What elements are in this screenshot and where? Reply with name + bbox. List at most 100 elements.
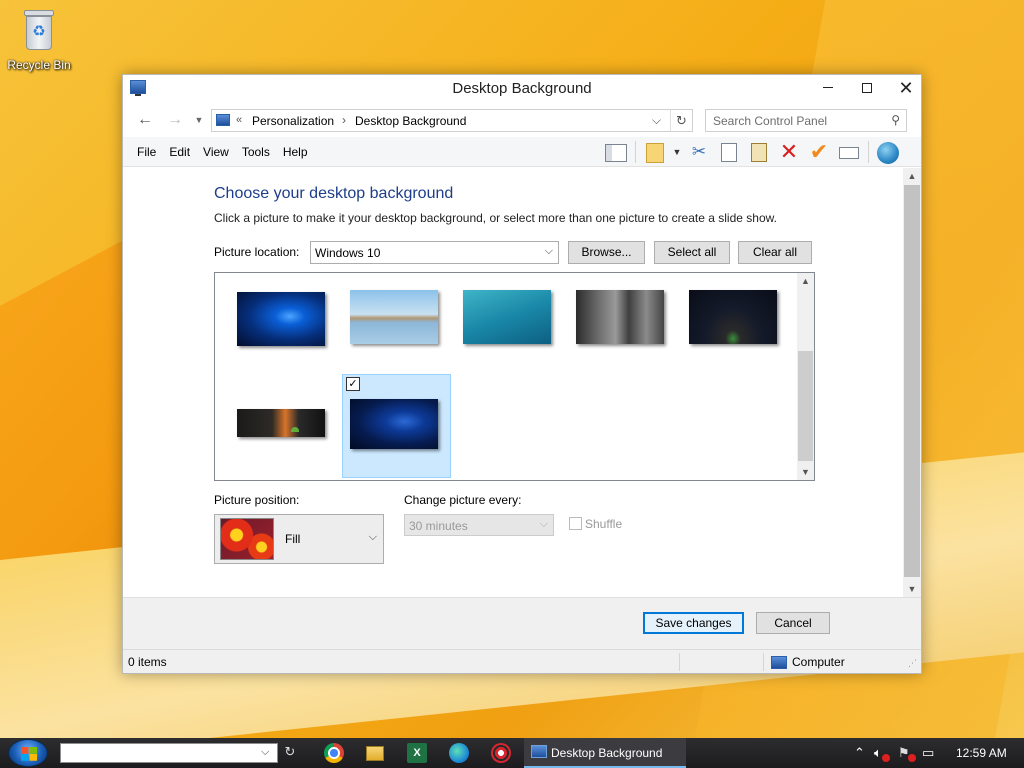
wallpaper-thumbnail[interactable] xyxy=(237,409,325,437)
volume-icon[interactable]: 🔈︎ xyxy=(874,745,882,761)
scroll-up-icon[interactable]: ▲ xyxy=(903,168,921,184)
breadcrumb-overflow[interactable]: « xyxy=(236,114,242,126)
scroll-down-icon[interactable]: ▼ xyxy=(903,581,921,597)
recycle-bin-icon: ♻ xyxy=(20,8,58,52)
rename-icon xyxy=(839,146,859,159)
forward-button[interactable]: → xyxy=(165,111,185,131)
search-input[interactable] xyxy=(713,110,883,131)
save-changes-button[interactable]: Save changes xyxy=(643,612,744,634)
minimize-icon xyxy=(823,87,833,89)
menu-tools[interactable]: Tools xyxy=(236,145,276,159)
wallpaper-thumbnail[interactable] xyxy=(463,290,551,344)
content-area: Choose your desktop background Click a p… xyxy=(123,168,921,597)
apply-button[interactable]: ✔ xyxy=(804,140,834,164)
menu-file[interactable]: File xyxy=(131,145,162,159)
refresh-icon: ↻ xyxy=(284,744,296,759)
resize-grip-icon[interactable]: ⋰ xyxy=(908,658,917,669)
minimize-button[interactable] xyxy=(808,75,848,103)
paste-button[interactable] xyxy=(744,140,774,164)
search-icon[interactable]: ⚲ xyxy=(891,113,900,127)
shuffle-label: Shuffle xyxy=(585,517,623,531)
selected-wallpaper-tile[interactable]: ✓ xyxy=(342,374,451,478)
shuffle-option[interactable]: Shuffle xyxy=(569,517,622,531)
file-explorer-taskbar-icon[interactable] xyxy=(366,746,384,761)
layout-button[interactable] xyxy=(601,140,631,164)
taskbar-address-input[interactable] xyxy=(64,744,260,762)
wallpaper-thumbnail[interactable] xyxy=(350,399,438,449)
menu-edit[interactable]: Edit xyxy=(163,145,196,159)
title-bar[interactable]: Desktop Background ✕ xyxy=(123,75,921,103)
arrow-left-icon: ← xyxy=(137,111,153,128)
taskbar-task-desktop-background[interactable]: Desktop Background xyxy=(524,738,686,768)
recent-locations-button[interactable]: ▼ xyxy=(189,111,209,131)
show-hidden-icons-button[interactable]: ⌃ xyxy=(854,745,865,761)
taskbar-address-toolbar: ⌵ xyxy=(60,743,278,763)
chrome-taskbar-icon[interactable] xyxy=(324,743,344,763)
excel-taskbar-icon[interactable]: X xyxy=(407,743,427,763)
delete-button[interactable]: ✕ xyxy=(774,140,804,164)
internet-button[interactable] xyxy=(873,140,903,164)
properties-button[interactable] xyxy=(640,140,670,164)
scrollbar-thumb[interactable] xyxy=(904,185,920,577)
status-bar: 0 items Computer ⋰ xyxy=(123,649,921,673)
properties-dropdown[interactable]: ▼ xyxy=(670,140,684,164)
taskbar-refresh-button[interactable]: ↻ xyxy=(280,744,300,762)
address-dropdown-button[interactable]: ⌵ xyxy=(652,113,661,128)
select-all-button[interactable]: Select all xyxy=(654,241,730,264)
breadcrumb-desktop-background[interactable]: Desktop Background xyxy=(355,114,466,128)
app-taskbar-icon[interactable] xyxy=(491,743,511,763)
taskbar-clock[interactable]: 12:59 AM xyxy=(956,746,1007,760)
wallpaper-thumbnail[interactable] xyxy=(576,290,664,344)
picture-location-label: Picture location: xyxy=(214,245,300,259)
scroll-down-icon[interactable]: ▼ xyxy=(797,464,814,480)
back-button[interactable]: ← xyxy=(135,111,155,131)
globe-icon xyxy=(877,141,899,164)
chevron-down-icon: ⌵ xyxy=(539,518,548,530)
close-button[interactable]: ✕ xyxy=(886,75,926,103)
refresh-button[interactable]: ↻ xyxy=(670,110,692,131)
shuffle-checkbox[interactable] xyxy=(569,517,582,530)
wallpaper-thumbnail[interactable] xyxy=(237,292,325,346)
network-icon[interactable]: ▭ xyxy=(922,745,934,761)
clear-all-button[interactable]: Clear all xyxy=(738,241,812,264)
menu-help[interactable]: Help xyxy=(277,145,314,159)
picture-position-select[interactable]: Fill ⌵ xyxy=(214,514,384,564)
wallpaper-checkbox[interactable]: ✓ xyxy=(346,377,360,391)
chevron-down-icon: ⌵ xyxy=(368,531,377,543)
recycle-bin-shortcut[interactable]: ♻ Recycle Bin xyxy=(4,8,74,72)
status-location: Computer xyxy=(771,655,845,669)
menu-view[interactable]: View xyxy=(197,145,235,159)
cut-button[interactable]: ✂ xyxy=(684,140,714,164)
error-badge-icon xyxy=(908,754,916,762)
edge-taskbar-icon[interactable] xyxy=(449,743,469,763)
scroll-up-icon[interactable]: ▲ xyxy=(797,273,814,289)
toolbar-separator xyxy=(868,141,869,163)
checkmark-icon: ✔ xyxy=(809,139,829,164)
scrollbar-thumb[interactable] xyxy=(798,351,813,461)
breadcrumb-separator[interactable]: › xyxy=(342,113,346,127)
gallery-scrollbar[interactable]: ▲ ▼ xyxy=(797,273,814,480)
desktop-background-window: Desktop Background ✕ ← → ▼ « Personaliza… xyxy=(122,74,922,674)
content-scrollbar[interactable]: ▲ ▼ xyxy=(903,168,921,597)
rename-button[interactable] xyxy=(834,140,864,164)
address-bar[interactable]: « Personalization › Desktop Background ⌵… xyxy=(211,109,693,132)
change-picture-label: Change picture every: xyxy=(404,493,522,507)
browse-button[interactable]: Browse... xyxy=(568,241,645,264)
wallpaper-thumbnail[interactable] xyxy=(689,290,777,344)
error-badge-icon xyxy=(882,754,890,762)
change-picture-select[interactable]: 30 minutes ⌵ xyxy=(404,514,554,536)
cancel-button[interactable]: Cancel xyxy=(756,612,830,634)
maximize-icon xyxy=(862,82,872,93)
start-button[interactable] xyxy=(8,739,48,767)
page-title: Choose your desktop background xyxy=(214,185,454,202)
navigation-bar: ← → ▼ « Personalization › Desktop Backgr… xyxy=(123,103,921,137)
copy-button[interactable] xyxy=(714,140,744,164)
position-preview-image xyxy=(220,518,274,560)
chevron-down-icon[interactable]: ⌵ xyxy=(261,746,269,759)
picture-location-select[interactable]: Windows 10 ⌵ xyxy=(310,241,559,264)
taskbar-task-label: Desktop Background xyxy=(551,746,663,760)
wallpaper-thumbnail[interactable] xyxy=(350,290,438,344)
breadcrumb-personalization[interactable]: Personalization xyxy=(252,114,334,128)
search-box: ⚲ xyxy=(705,109,907,132)
maximize-button[interactable] xyxy=(847,75,887,103)
